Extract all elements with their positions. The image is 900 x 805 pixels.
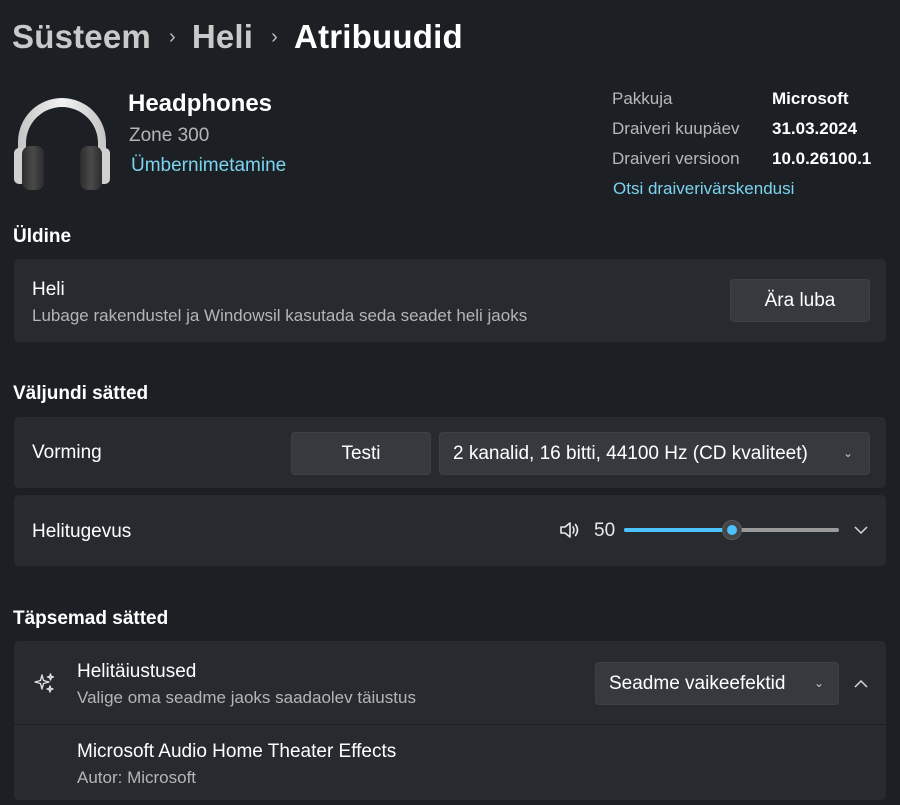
disable-button[interactable]: Ära luba [730,279,870,322]
slider-fill [624,528,732,532]
test-button[interactable]: Testi [291,432,431,475]
driver-date-label: Draiveri kuupäev [612,119,740,138]
format-label: Vorming [32,442,102,463]
volume-card: Helitugevus 50 [14,495,886,566]
effect-name: Microsoft Audio Home Theater Effects [77,741,397,762]
chevron-down-icon[interactable] [852,522,870,538]
speaker-icon[interactable] [559,520,581,540]
volume-label: Helitugevus [32,521,132,542]
device-model: Zone 300 [129,125,210,146]
rename-link[interactable]: Ümbernimetamine [131,155,286,177]
driver-version-label: Draiveri versioon [612,149,740,168]
audio-title: Heli [32,279,65,300]
driver-version-value: 10.0.26100.1 [772,149,872,168]
volume-slider[interactable] [624,520,839,540]
breadcrumb-item-sound[interactable]: Heli [192,18,253,56]
chevron-up-icon[interactable] [852,676,870,692]
volume-value: 50 [594,520,616,541]
enhancements-dropdown-value: Seadme vaikeefektid [609,672,786,694]
enhancements-title: Helitäiustused [77,661,197,682]
chevron-down-icon: ⌄ [842,446,853,460]
format-dropdown[interactable]: 2 kanalid, 16 bitti, 44100 Hz (CD kvalit… [439,432,870,475]
slider-thumb-core [727,525,737,535]
audio-description: Lubage rakendustel ja Windowsil kasutada… [32,306,528,325]
page-title: Atribuudid [294,18,463,55]
breadcrumb: Süsteem › Heli › Atribuudid [12,18,463,56]
slider-thumb[interactable] [722,520,742,540]
effect-card: Microsoft Audio Home Theater Effects Aut… [14,725,886,800]
section-heading-general: Üldine [13,226,72,247]
device-name: Headphones [128,90,273,117]
driver-update-link[interactable]: Otsi draiverivärskendusi [613,179,794,199]
provider-label: Pakkuja [612,89,673,108]
driver-date-value: 31.03.2024 [772,119,858,138]
section-heading-output: Väljundi sätted [13,383,149,404]
format-card: Vorming Testi 2 kanalid, 16 bitti, 44100… [14,417,886,488]
sparkle-icon [33,671,57,695]
breadcrumb-separator: › [168,25,176,48]
effect-author: Autor: Microsoft [77,768,197,787]
breadcrumb-separator: › [271,25,279,48]
breadcrumb-item-system[interactable]: Süsteem [12,18,151,56]
section-heading-advanced: Täpsemad sätted [13,608,169,629]
enhancements-card: Helitäiustused Valige oma seadme jaoks s… [14,641,886,724]
audio-card: Heli Lubage rakendustel ja Windowsil kas… [14,259,886,342]
provider-value: Microsoft [772,89,849,108]
headphones-icon [12,92,112,192]
chevron-down-icon: ⌄ [813,676,824,690]
enhancements-description: Valige oma seadme jaoks saadaolev täiust… [77,688,416,707]
enhancements-dropdown[interactable]: Seadme vaikeefektid ⌄ [595,662,839,705]
format-dropdown-value: 2 kanalid, 16 bitti, 44100 Hz (CD kvalit… [453,442,808,464]
